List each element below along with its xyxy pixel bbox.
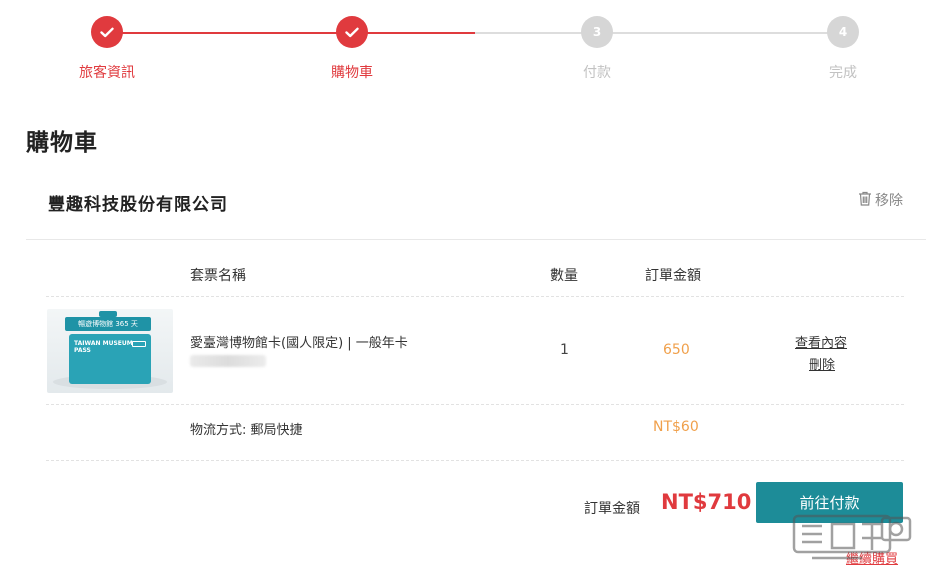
row-divider xyxy=(46,296,904,297)
step-traveler-info: 旅客資訊 xyxy=(47,16,167,82)
total-label: 訂單金額 xyxy=(584,501,640,517)
step-label: 付款 xyxy=(583,65,611,81)
step-complete: 4 完成 xyxy=(783,16,903,82)
product-name: 愛臺灣博物館卡(國人限定) | 一般年卡 xyxy=(190,336,408,351)
row-divider xyxy=(46,404,904,405)
item-amount: 650 xyxy=(663,342,690,358)
museum-card-graphic: TAIWAN MUSEUM PASS xyxy=(69,334,151,384)
blurred-subtitle xyxy=(190,355,266,367)
trash-icon xyxy=(858,191,872,210)
image-banner: 暢遊博物館 365 天 xyxy=(65,317,151,331)
header-order-amount: 訂單金額 xyxy=(645,268,701,284)
remove-label: 移除 xyxy=(875,193,903,209)
divider xyxy=(26,239,926,240)
item-quantity: 1 xyxy=(560,342,569,358)
row-divider xyxy=(46,460,904,461)
card-chip-icon xyxy=(132,341,146,347)
page-title: 購物車 xyxy=(26,130,98,156)
step-cart: 購物車 xyxy=(292,16,412,82)
total-amount: NT$710 xyxy=(661,490,752,514)
view-details-link[interactable]: 查看內容 xyxy=(795,332,847,351)
shipping-method: 物流方式: 郵局快捷 xyxy=(190,423,303,438)
check-icon xyxy=(336,16,368,48)
step-label: 購物車 xyxy=(331,65,373,81)
header-quantity: 數量 xyxy=(550,268,578,284)
step-label: 旅客資訊 xyxy=(79,65,135,81)
product-image: 暢遊博物館 365 天 TAIWAN MUSEUM PASS xyxy=(47,309,173,393)
remove-vendor-button[interactable]: 移除 xyxy=(858,190,903,210)
delete-item-link[interactable]: 刪除 xyxy=(809,354,835,373)
step-number: 4 xyxy=(827,16,859,48)
card-text: TAIWAN MUSEUM PASS xyxy=(74,340,133,354)
check-icon xyxy=(91,16,123,48)
step-payment: 3 付款 xyxy=(537,16,657,82)
checkout-stepper: 旅客資訊 購物車 3 付款 4 完成 xyxy=(0,0,933,100)
header-ticket-name: 套票名稱 xyxy=(190,268,246,284)
step-label: 完成 xyxy=(829,65,857,81)
step-number: 3 xyxy=(581,16,613,48)
vendor-name: 豐趣科技股份有限公司 xyxy=(48,195,228,215)
watermark-logo xyxy=(792,508,917,570)
shipping-fee: NT$60 xyxy=(653,419,699,435)
